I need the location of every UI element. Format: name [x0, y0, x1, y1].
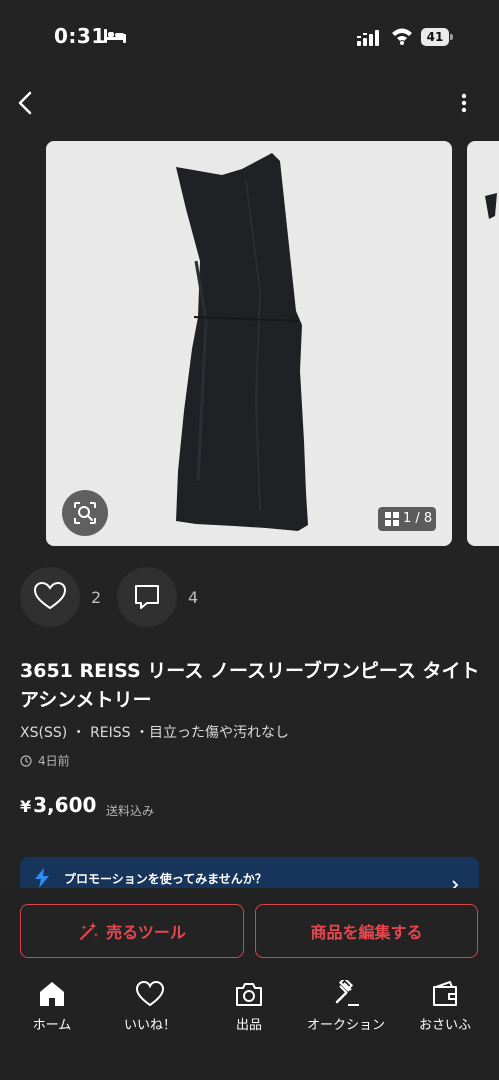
- price-value: 3,600: [33, 793, 97, 817]
- lens-scan-icon: [74, 502, 96, 524]
- price-currency: ¥: [20, 797, 32, 816]
- sparkle-wand-icon: [80, 922, 99, 940]
- tab-wallet-label: おさいふ: [418, 1018, 471, 1033]
- bed-icon: [104, 29, 126, 43]
- sell-tool-button[interactable]: 売るツール: [20, 904, 244, 958]
- tab-auction[interactable]: オークション: [300, 980, 392, 1033]
- photo-counter: 1 / 8: [378, 507, 436, 531]
- shipping-note: 送料込み: [106, 804, 155, 818]
- camera-icon: [236, 983, 262, 1006]
- next-product-photo[interactable]: [467, 141, 499, 546]
- heart-icon: [135, 980, 165, 1007]
- tab-home[interactable]: ホーム: [6, 980, 98, 1033]
- edit-item-label: 商品を編集する: [310, 923, 423, 942]
- like-button[interactable]: [20, 567, 80, 627]
- like-count: 2: [91, 588, 102, 607]
- tab-likes-label: いいね！: [123, 1018, 176, 1033]
- comment-button[interactable]: [117, 567, 177, 627]
- comment-icon: [135, 585, 159, 609]
- product-title: 3651 REISS リース ノースリーブワンピース タイト アシンメトリー: [20, 660, 480, 711]
- clock-icon: [20, 755, 32, 767]
- sell-tool-label: 売るツール: [106, 923, 186, 942]
- back-arrow-icon[interactable]: [14, 90, 38, 116]
- edit-item-button[interactable]: 商品を編集する: [255, 904, 478, 958]
- tab-home-label: ホーム: [32, 1018, 72, 1033]
- status-time: 0:31: [54, 24, 106, 48]
- tab-wallet[interactable]: おさいふ: [399, 980, 491, 1033]
- photo-counter-text: 1 / 8: [403, 511, 433, 526]
- gavel-icon: [335, 980, 359, 1006]
- heart-icon: [33, 581, 67, 610]
- image-search-button[interactable]: [62, 490, 108, 536]
- signal-icon: [357, 30, 379, 46]
- tab-likes[interactable]: いいね！: [104, 980, 196, 1033]
- tab-sell-label: 出品: [235, 1018, 262, 1033]
- battery-indicator: 41: [421, 28, 449, 46]
- more-options-icon[interactable]: [456, 92, 472, 114]
- product-price: ¥3,600: [20, 793, 96, 817]
- wifi-icon: [392, 28, 412, 45]
- comment-count: 4: [188, 588, 199, 607]
- posted-time-text: 4日前: [38, 754, 70, 768]
- promotion-text: プロモーションを使ってみませんか？: [64, 872, 267, 886]
- dress-image: [176, 153, 308, 531]
- product-photo[interactable]: [46, 141, 452, 546]
- tab-auction-label: オークション: [306, 1018, 385, 1033]
- product-meta: XS(SS) ・ REISS ・目立った傷や汚れなし: [20, 725, 290, 741]
- tab-sell[interactable]: 出品: [203, 980, 295, 1033]
- grid-icon: [385, 511, 399, 526]
- posted-time: 4日前: [20, 752, 70, 769]
- battery-tip: [450, 34, 453, 40]
- wallet-icon: [433, 981, 457, 1006]
- home-icon: [40, 982, 64, 1006]
- lightning-icon: [35, 868, 49, 888]
